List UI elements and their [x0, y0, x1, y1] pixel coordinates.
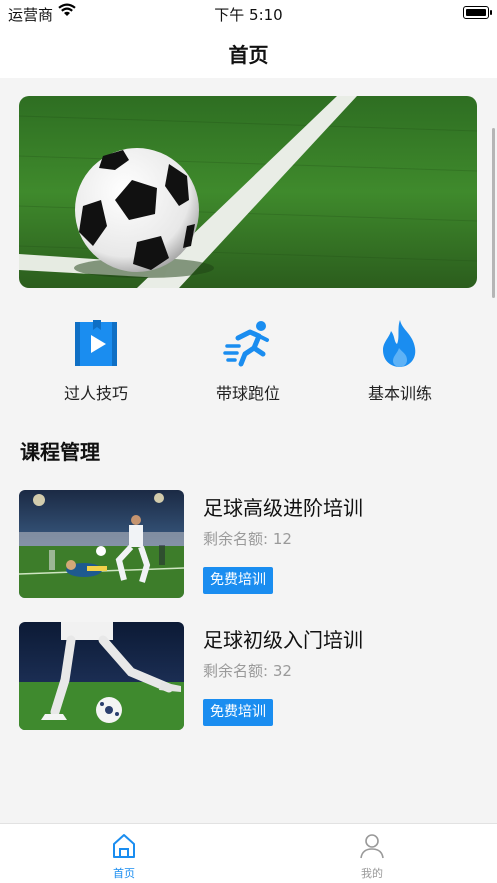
- flame-icon: [383, 320, 416, 367]
- course-name: 足球初级入门培训: [203, 628, 363, 652]
- course-thumbnail: [19, 490, 184, 598]
- person-icon: [360, 834, 384, 859]
- category-item-dribble-run[interactable]: 带球跑位: [178, 318, 318, 404]
- players-in-stadium-image: [19, 490, 184, 598]
- category-row: 过人技巧 带球跑位 基本训练: [0, 318, 497, 408]
- category-item-dribbling-skills[interactable]: 过人技巧: [26, 318, 166, 404]
- soccer-ball-banner-graphic: [19, 96, 477, 288]
- status-bar: 运营商 下午 5:10: [0, 0, 497, 26]
- category-label: 基本训练: [367, 384, 432, 403]
- tab-label: 我的: [361, 867, 383, 880]
- tab-home[interactable]: 首页: [84, 832, 164, 881]
- course-name: 足球高级进阶培训: [203, 496, 363, 520]
- running-icon: [223, 321, 269, 367]
- free-training-badge[interactable]: 免费培训: [203, 567, 273, 594]
- home-icon: [113, 834, 135, 858]
- course-remaining: 剩余名额: 12: [203, 530, 292, 548]
- course-card-beginner[interactable]: 足球初级入门培训 剩余名额: 32 免费培训: [19, 622, 479, 732]
- free-training-badge[interactable]: 免费培训: [203, 699, 273, 726]
- page-title: 首页: [228, 43, 269, 67]
- player-kicking-ball-image: [19, 622, 184, 730]
- tab-label: 首页: [113, 867, 135, 880]
- course-thumbnail: [19, 622, 184, 730]
- category-label: 过人技巧: [63, 384, 128, 403]
- battery-icon: [463, 6, 492, 19]
- course-card-advanced[interactable]: 足球高级进阶培训 剩余名额: 12 免费培训: [19, 490, 479, 600]
- status-time: 下午 5:10: [214, 6, 283, 24]
- tab-bar: 首页 我的: [0, 823, 497, 883]
- nav-bar: 首页: [0, 26, 497, 78]
- section-title: 课程管理: [20, 440, 100, 464]
- category-label: 带球跑位: [215, 384, 280, 403]
- category-item-basic-training[interactable]: 基本训练: [330, 318, 470, 404]
- tab-profile[interactable]: 我的: [332, 832, 412, 881]
- scrollbar[interactable]: [492, 128, 495, 298]
- banner-image[interactable]: [19, 96, 477, 288]
- course-remaining: 剩余名额: 32: [203, 662, 292, 680]
- video-book-icon: [75, 320, 117, 366]
